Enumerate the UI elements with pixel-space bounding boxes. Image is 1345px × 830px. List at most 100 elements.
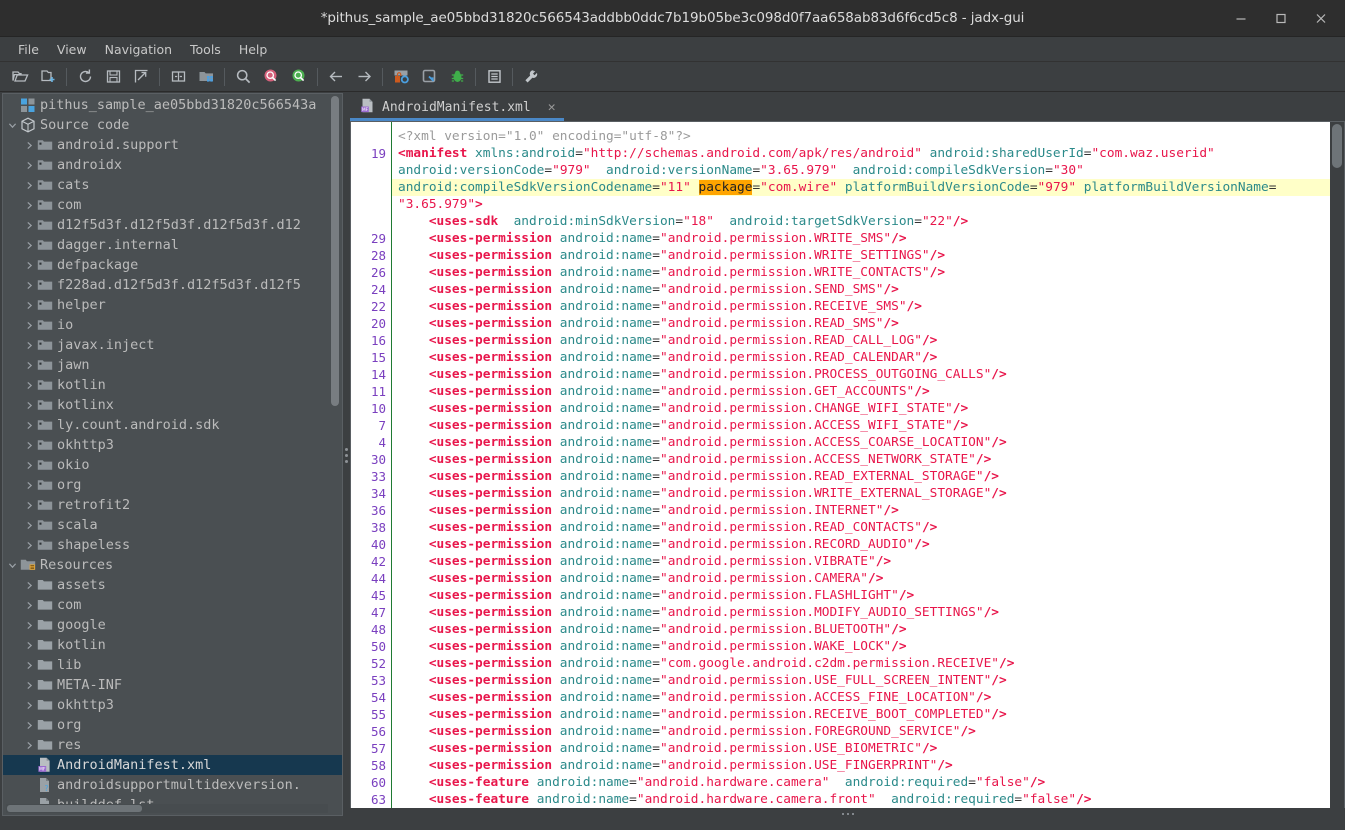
chevron-right-icon[interactable] bbox=[24, 641, 35, 650]
tree-item-okio[interactable]: okio bbox=[3, 455, 342, 475]
minimize-button[interactable] bbox=[1231, 8, 1251, 28]
tree-item-assets[interactable]: assets bbox=[3, 575, 342, 595]
chevron-right-icon[interactable] bbox=[24, 681, 35, 690]
tree-item-androidsupportmultidexversion[interactable]: ? androidsupportmultidexversion. bbox=[3, 775, 342, 795]
chevron-right-icon[interactable] bbox=[24, 241, 35, 250]
back-arrow-icon[interactable] bbox=[323, 65, 349, 89]
tree-item-res[interactable]: res bbox=[3, 735, 342, 755]
tree-item-kotlin[interactable]: kotlin bbox=[3, 635, 342, 655]
menu-file[interactable]: File bbox=[9, 40, 48, 59]
reload-icon[interactable] bbox=[72, 65, 98, 89]
chevron-right-icon[interactable] bbox=[24, 421, 35, 430]
save-all-icon[interactable] bbox=[100, 65, 126, 89]
chevron-right-icon[interactable] bbox=[24, 541, 35, 550]
chevron-right-icon[interactable] bbox=[24, 321, 35, 330]
tree-item-shapeless[interactable]: shapeless bbox=[3, 535, 342, 555]
tree-item-jawn[interactable]: jawn bbox=[3, 355, 342, 375]
chevron-right-icon[interactable] bbox=[24, 501, 35, 510]
tree-vertical-scrollbar[interactable] bbox=[330, 96, 340, 803]
tree-item-ly-count-android-sdk[interactable]: ly.count.android.sdk bbox=[3, 415, 342, 435]
tree-item-retrofit2[interactable]: retrofit2 bbox=[3, 495, 342, 515]
tree-item-okhttp3[interactable]: okhttp3 bbox=[3, 695, 342, 715]
chevron-right-icon[interactable] bbox=[24, 221, 35, 230]
tree-item-google[interactable]: google bbox=[3, 615, 342, 635]
menu-navigation[interactable]: Navigation bbox=[96, 40, 181, 59]
code-editor[interactable]: 19 29 28 26 24 22 20 16 15 14 11 10 7 4 30 33 34 36 38 40 42… bbox=[350, 121, 1345, 808]
export-gradle-icon[interactable] bbox=[128, 65, 154, 89]
chevron-right-icon[interactable] bbox=[24, 721, 35, 730]
tree-item-androidmanifest-xml[interactable]: MF AndroidManifest.xml bbox=[3, 755, 342, 775]
tree-item-meta-inf[interactable]: META-INF bbox=[3, 675, 342, 695]
open-file-icon[interactable] bbox=[7, 65, 33, 89]
chevron-right-icon[interactable] bbox=[24, 461, 35, 470]
chevron-right-icon[interactable] bbox=[24, 341, 35, 350]
tree-item-scala[interactable]: scala bbox=[3, 515, 342, 535]
deobfuscation-icon[interactable] bbox=[388, 65, 414, 89]
sync-icon[interactable] bbox=[165, 65, 191, 89]
editor-vscroll-thumb[interactable] bbox=[1332, 124, 1342, 168]
tree-item-helper[interactable]: helper bbox=[3, 295, 342, 315]
search-icon[interactable] bbox=[230, 65, 256, 89]
editor-horizontal-scrollbar[interactable] bbox=[350, 808, 1345, 819]
chevron-right-icon[interactable] bbox=[24, 141, 35, 150]
code-scroll-area[interactable]: <?xml version="1.0" encoding="utf-8"?> <m… bbox=[392, 122, 1344, 808]
tree-item-pithus-sample-ae05bbd31820c566543a[interactable]: pithus_sample_ae05bbd31820c566543a bbox=[3, 95, 342, 115]
tree-item-f228ad-d12f5d3f-d12f5d3f-d12f5[interactable]: f228ad.d12f5d3f.d12f5d3f.d12f5 bbox=[3, 275, 342, 295]
tab-close-icon[interactable]: ✕ bbox=[548, 101, 556, 114]
menu-help[interactable]: Help bbox=[230, 40, 277, 59]
tree-item-io[interactable]: io bbox=[3, 315, 342, 335]
tree-item-lib[interactable]: lib bbox=[3, 655, 342, 675]
tree-item-source-code[interactable]: Source code bbox=[3, 115, 342, 135]
debugger-icon[interactable] bbox=[444, 65, 470, 89]
chevron-right-icon[interactable] bbox=[24, 701, 35, 710]
tree-item-defpackage[interactable]: defpackage bbox=[3, 255, 342, 275]
chevron-right-icon[interactable] bbox=[24, 281, 35, 290]
add-files-icon[interactable] bbox=[35, 65, 61, 89]
quark-icon[interactable] bbox=[416, 65, 442, 89]
chevron-right-icon[interactable] bbox=[24, 601, 35, 610]
chevron-down-icon[interactable] bbox=[7, 121, 18, 130]
chevron-right-icon[interactable] bbox=[24, 181, 35, 190]
chevron-right-icon[interactable] bbox=[24, 201, 35, 210]
tree-item-androidx[interactable]: androidx bbox=[3, 155, 342, 175]
tree-item-okhttp3[interactable]: okhttp3 bbox=[3, 435, 342, 455]
search-comment-icon[interactable] bbox=[286, 65, 312, 89]
tree-item-kotlin[interactable]: kotlin bbox=[3, 375, 342, 395]
tree-item-org[interactable]: org bbox=[3, 715, 342, 735]
split-divider[interactable] bbox=[343, 92, 350, 819]
tree-item-cats[interactable]: cats bbox=[3, 175, 342, 195]
tree-item-dagger-internal[interactable]: dagger.internal bbox=[3, 235, 342, 255]
tree-item-kotlinx[interactable]: kotlinx bbox=[3, 395, 342, 415]
forward-arrow-icon[interactable] bbox=[351, 65, 377, 89]
tree-vscroll-thumb[interactable] bbox=[331, 96, 339, 406]
chevron-right-icon[interactable] bbox=[24, 301, 35, 310]
tree-item-com[interactable]: com bbox=[3, 595, 342, 615]
tree-horizontal-scrollbar[interactable] bbox=[6, 804, 328, 813]
tree-item-resources[interactable]: Resources bbox=[3, 555, 342, 575]
close-button[interactable] bbox=[1311, 8, 1331, 28]
tree-hscroll-thumb[interactable] bbox=[7, 805, 142, 812]
tree-item-org[interactable]: org bbox=[3, 475, 342, 495]
log-viewer-icon[interactable] bbox=[481, 65, 507, 89]
maximize-button[interactable] bbox=[1271, 8, 1291, 28]
tree-item-com[interactable]: com bbox=[3, 195, 342, 215]
chevron-right-icon[interactable] bbox=[24, 381, 35, 390]
tree-item-d12f5d3f-d12f5d3f-d12f5d3f-d12[interactable]: d12f5d3f.d12f5d3f.d12f5d3f.d12 bbox=[3, 215, 342, 235]
menu-view[interactable]: View bbox=[48, 40, 96, 59]
chevron-right-icon[interactable] bbox=[24, 161, 35, 170]
chevron-right-icon[interactable] bbox=[24, 401, 35, 410]
chevron-right-icon[interactable] bbox=[24, 581, 35, 590]
project-tree[interactable]: pithus_sample_ae05bbd31820c566543a Source… bbox=[3, 94, 342, 815]
flat-packages-icon[interactable] bbox=[193, 65, 219, 89]
tab-androidmanifest-xml[interactable]: MF AndroidManifest.xml ✕ bbox=[350, 96, 564, 121]
tree-item-javax-inject[interactable]: javax.inject bbox=[3, 335, 342, 355]
chevron-right-icon[interactable] bbox=[24, 661, 35, 670]
chevron-right-icon[interactable] bbox=[24, 621, 35, 630]
preferences-icon[interactable] bbox=[518, 65, 544, 89]
chevron-right-icon[interactable] bbox=[24, 361, 35, 370]
editor-vertical-scrollbar[interactable] bbox=[1330, 122, 1344, 808]
chevron-down-icon[interactable] bbox=[7, 561, 18, 570]
chevron-right-icon[interactable] bbox=[24, 481, 35, 490]
menu-tools[interactable]: Tools bbox=[181, 40, 230, 59]
chevron-right-icon[interactable] bbox=[24, 441, 35, 450]
